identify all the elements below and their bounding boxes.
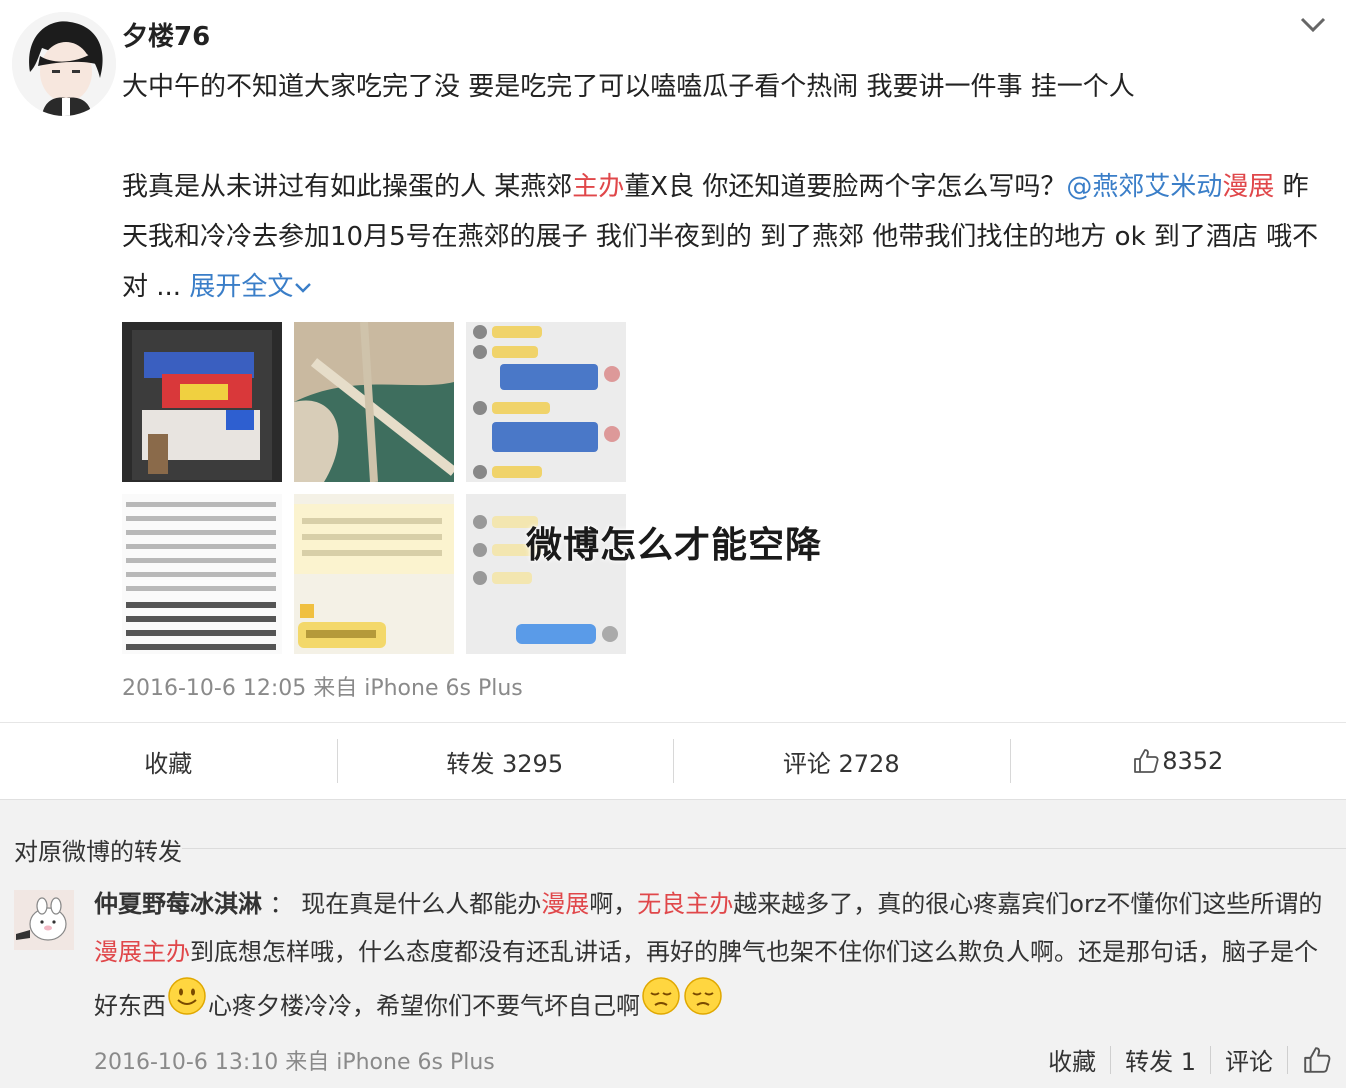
comment-favorite-button[interactable]: 收藏 — [1048, 1042, 1096, 1077]
repost-comment: 仲夏野莓冰淇淋 ： 现在真是什么人都能办漫展啊，无良主办越来越多了，真的很心疼嘉… — [94, 880, 1330, 1030]
post-text-segment: 我真是从未讲过有如此操蛋的人 某燕郊 — [122, 172, 573, 202]
comment-separator: ： — [262, 890, 302, 918]
keyword-highlight[interactable]: 无良主办 — [637, 890, 733, 918]
author-avatar[interactable] — [12, 12, 116, 116]
keyword-highlight[interactable]: 主办 — [572, 172, 624, 202]
comment-button[interactable]: 评论 2728 — [673, 723, 1010, 799]
comment-timestamp-source: 2016-10-6 13:10 来自 iPhone 6s Plus — [94, 1050, 495, 1075]
repost-section-title: 对原微博的转发 — [14, 838, 182, 866]
commenter-name[interactable]: 仲夏野莓冰淇淋 — [94, 890, 262, 918]
commenter-avatar[interactable] — [14, 890, 74, 950]
thumbs-up-icon[interactable] — [1302, 1045, 1332, 1075]
like-count: 8352 — [1162, 747, 1224, 775]
post-paragraph-2: 我真是从未讲过有如此操蛋的人 某燕郊主办董X良 你还知道要脸两个字怎么写吗？@燕… — [122, 162, 1322, 312]
sad-emoji-icon — [684, 977, 722, 1015]
image-thumbnail[interactable] — [294, 494, 454, 654]
watermark-text: 微博怎么才能空降 — [526, 525, 823, 566]
post-text-segment: 董X良 你还知道要脸两个字怎么写吗？ — [624, 172, 1067, 202]
comment-label: 评论 2728 — [782, 749, 900, 778]
mention-link[interactable]: @燕郊艾米动 — [1066, 172, 1222, 202]
image-thumbnail[interactable] — [294, 322, 454, 482]
comment-text-segment: 越来越多了，真的很心疼嘉宾们orz不懂你们这些所谓的 — [733, 890, 1323, 918]
expand-label: 展开全文 — [189, 272, 294, 302]
keyword-highlight[interactable]: 漫展 — [1222, 172, 1274, 202]
image-grid — [122, 322, 628, 654]
post-timestamp-source: 2016-10-6 12:05 来自 iPhone 6s Plus — [122, 676, 523, 701]
divider — [1210, 1045, 1211, 1074]
post-line-1: 大中午的不知道大家吃完了没 要是吃完了可以嗑嗑瓜子看个热闹 我要讲一件事 挂一个… — [122, 72, 1135, 102]
post-body: 大中午的不知道大家吃完了没 要是吃完了可以嗑嗑瓜子看个热闹 我要讲一件事 挂一个… — [122, 62, 1322, 312]
weibo-post: 夕楼76 大中午的不知道大家吃完了没 要是吃完了可以嗑嗑瓜子看个热闹 我要讲一件… — [0, 0, 1346, 722]
section-divider — [182, 848, 1346, 849]
author-name[interactable]: 夕楼76 — [122, 16, 210, 53]
keyword-highlight[interactable]: 漫展主办 — [94, 938, 190, 966]
image-thumbnail[interactable] — [466, 322, 626, 482]
post-action-bar: 收藏 转发 3295 评论 2728 8352 — [0, 722, 1346, 800]
favorite-label: 收藏 — [144, 749, 193, 778]
chevron-down-icon[interactable] — [1298, 10, 1328, 40]
favorite-button[interactable]: 收藏 — [0, 723, 337, 799]
comment-reply-button[interactable]: 评论 — [1225, 1042, 1273, 1077]
divider — [1287, 1045, 1288, 1074]
smile-emoji-icon — [168, 977, 206, 1015]
comment-repost-button[interactable]: 转发 1 — [1125, 1042, 1196, 1077]
divider — [1110, 1045, 1112, 1074]
sad-emoji-icon — [642, 977, 680, 1015]
avatar-illustration — [12, 12, 116, 116]
like-button[interactable]: 8352 — [1009, 723, 1346, 799]
keyword-highlight[interactable]: 漫展 — [541, 890, 589, 918]
repost-label: 转发 3295 — [446, 749, 564, 778]
chevron-down-icon — [295, 283, 312, 293]
image-thumbnail[interactable] — [122, 322, 282, 482]
comment-text-segment: 现在真是什么人都能办 — [301, 890, 542, 918]
expand-full-text-link[interactable]: 展开全文 — [189, 272, 313, 302]
comment-action-bar: 收藏 转发 1 评论 — [1048, 1042, 1332, 1077]
repost-button[interactable]: 转发 3295 — [336, 723, 674, 799]
comment-text-segment: 啊， — [589, 890, 638, 918]
thumbs-up-icon — [1134, 749, 1159, 773]
repost-section: 对原微博的转发 仲夏野莓冰淇淋 ： 现在真是什么人都能办漫展啊，无良主办越来越多… — [0, 800, 1346, 1088]
comment-text-segment: 心疼夕楼冷冷，希望你们不要气坏自己啊 — [208, 992, 640, 1020]
image-thumbnail[interactable] — [122, 494, 282, 654]
